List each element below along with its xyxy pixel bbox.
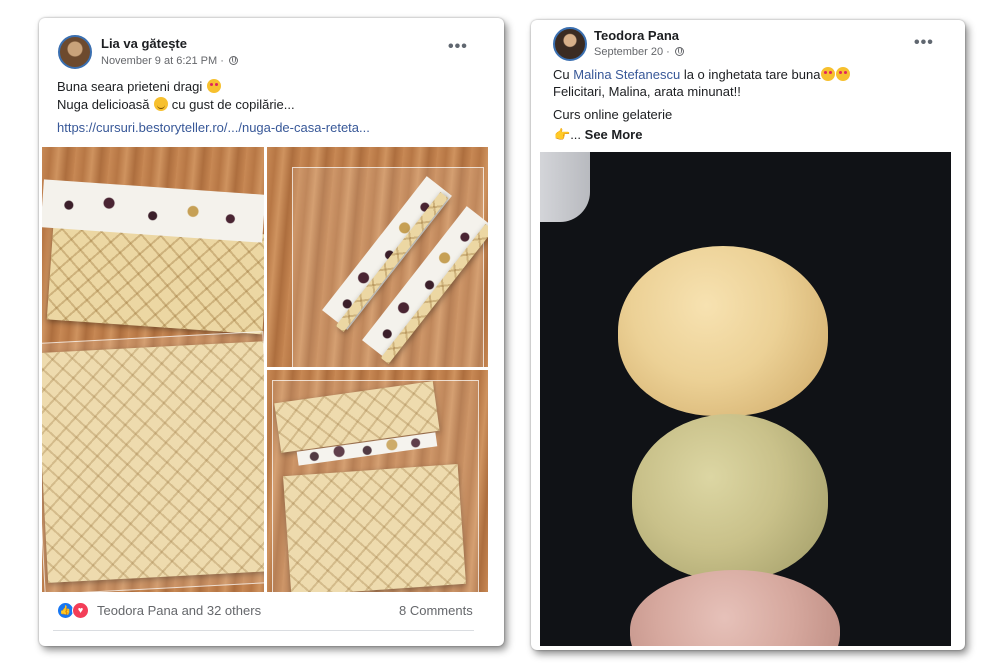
avatar[interactable] (553, 27, 587, 61)
divider (53, 630, 474, 631)
post-author[interactable]: Lia va gătește (101, 36, 187, 51)
post-text-line-1: Buna seara prieteni dragi (57, 78, 221, 96)
nougat-photo-main[interactable] (42, 147, 264, 592)
post-timestamp[interactable]: November 9 at 6:21 PM · (101, 55, 238, 67)
tagged-user-link[interactable]: Malina Stefanescu (573, 67, 680, 82)
strawberry-scoop (630, 570, 840, 646)
globe-icon (228, 56, 238, 65)
heart-eyes-emoji (206, 79, 221, 93)
nougat-photo-bottom-right[interactable] (267, 370, 488, 592)
post-author[interactable]: Teodora Pana (594, 28, 679, 43)
post-text: Buna seara prieteni dragi (57, 79, 203, 94)
heart-eyes-emoji (836, 67, 851, 81)
avatar[interactable] (58, 35, 92, 69)
facebook-post-left: Lia va gătește November 9 at 6:21 PM · •… (39, 18, 504, 646)
more-options-icon[interactable]: ••• (914, 34, 934, 52)
heart-eyes-emoji (821, 67, 836, 81)
facebook-post-right: Teodora Pana September 20 · ••• Cu Malin… (531, 20, 965, 650)
more-options-icon[interactable]: ••• (448, 38, 468, 56)
ellipsis: ... (570, 127, 582, 142)
post-text: Cu (553, 67, 570, 82)
see-more-link[interactable]: See More (585, 127, 643, 142)
reactions-summary[interactable]: Teodora Pana and 32 others (97, 603, 261, 618)
post-text-line-2: Felicitari, Malina, arata minunat!! (553, 84, 741, 99)
globe-icon (674, 47, 684, 56)
post-text: la o inghetata tare buna (683, 67, 821, 82)
post-timestamp[interactable]: September 20 · (594, 46, 684, 58)
ice-cream-photo[interactable] (540, 152, 951, 646)
pointing-hand-emoji: 👉 (554, 127, 571, 142)
cellophane (42, 331, 264, 592)
love-reaction-icon[interactable]: ♥ (72, 602, 89, 619)
post-text-line-3: Curs online gelaterie (553, 107, 673, 122)
nougat-photo-top-right[interactable] (267, 147, 488, 367)
post-link[interactable]: https://cursuri.bestoryteller.ro/.../nug… (57, 119, 370, 137)
pistachio-scoop (632, 414, 828, 580)
post-date[interactable]: September 20 · (594, 46, 670, 58)
post-text-line-2: Nuga delicioasă cu gust de copilărie... (57, 96, 295, 114)
cellophane (272, 380, 479, 592)
post-date[interactable]: November 9 at 6:21 PM · (101, 55, 224, 67)
post-text-line-1: Cu Malina Stefanescu la o inghetata tare… (553, 66, 851, 84)
post-text: Nuga delicioasă (57, 97, 150, 112)
comments-count[interactable]: 8 Comments (399, 603, 473, 618)
scoop-handle (540, 152, 590, 222)
post-text: cu gust de copilărie... (171, 97, 295, 112)
see-more-row: 👉... See More (553, 126, 642, 144)
smile-emoji (154, 97, 169, 111)
vanilla-scoop (618, 246, 828, 416)
